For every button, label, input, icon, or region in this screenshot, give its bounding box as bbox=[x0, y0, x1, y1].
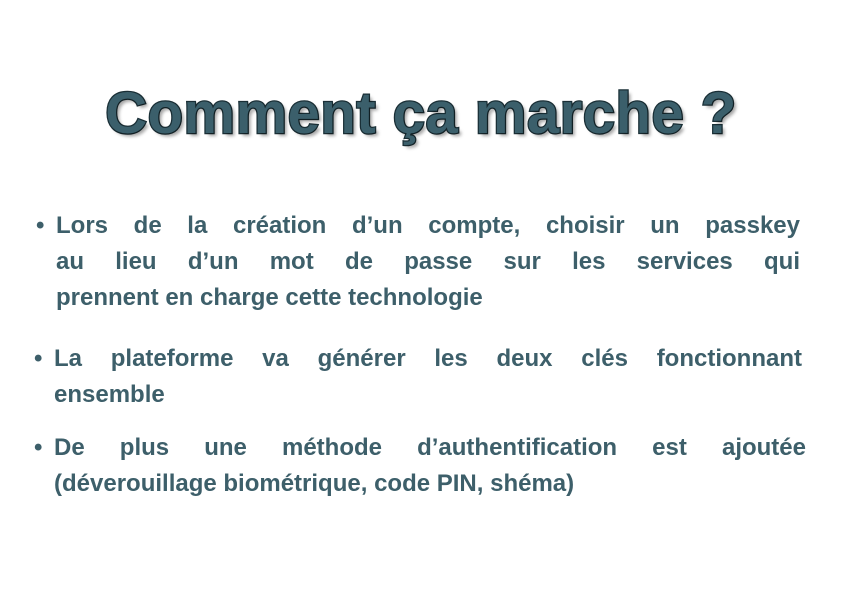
bullet-item: • De plus une méthode d’authentification… bbox=[34, 430, 806, 502]
bullet-line: prennent en charge cette technologie bbox=[56, 284, 483, 311]
bullet-dot: • bbox=[36, 212, 45, 239]
bullet-dot: • bbox=[34, 434, 43, 461]
bullet-line: au lieu d’un mot de passe sur les servic… bbox=[56, 248, 800, 275]
bullet-line: La plateforme va générer les deux clés f… bbox=[54, 345, 802, 372]
bullet-line: Lors de la création d’un compte, choisir… bbox=[56, 212, 800, 239]
bullet-item: • Lors de la création d’un compte, chois… bbox=[36, 208, 800, 316]
bullet-dot: • bbox=[34, 345, 43, 372]
bullet-item: • La plateforme va générer les deux clés… bbox=[34, 341, 802, 413]
bullet-line: ensemble bbox=[54, 381, 165, 408]
slide-title: Comment ça marche ? bbox=[104, 80, 738, 148]
bullet-line: (déverouillage biométrique, code PIN, sh… bbox=[54, 470, 575, 497]
slide: Comment ça marche ? • Lors de la créatio… bbox=[0, 0, 842, 595]
bullet-line: De plus une méthode d’authentification e… bbox=[54, 434, 806, 461]
